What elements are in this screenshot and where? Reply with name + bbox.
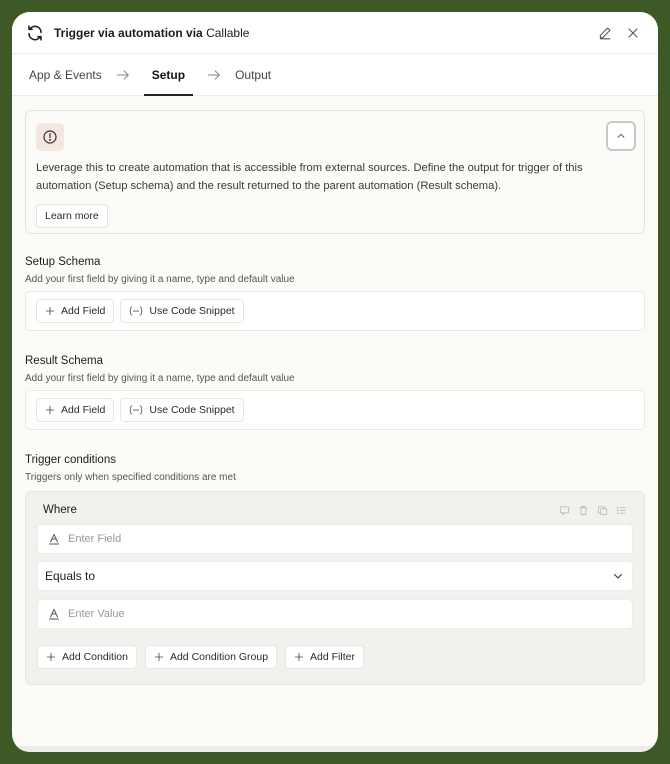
operator-select[interactable]: Equals to <box>37 561 633 591</box>
chevron-up-icon <box>617 133 625 138</box>
setup-schema-section: Setup Schema Add your first field by giv… <box>25 256 645 331</box>
add-condition-button[interactable]: Add Condition <box>37 645 137 669</box>
plus-icon <box>154 652 164 662</box>
title-text: Trigger via automation via <box>54 25 203 40</box>
text-type-icon <box>49 533 59 545</box>
result-schema-fields: Add Field Use Code Snippet <box>25 390 645 430</box>
tab-output[interactable]: Output <box>235 54 271 96</box>
section-subtitle: Triggers only when specified conditions … <box>25 472 236 483</box>
code-braces-icon <box>129 306 143 316</box>
tab-label: Setup <box>151 67 186 82</box>
comment-icon[interactable] <box>559 505 570 516</box>
tab-setup[interactable]: Setup <box>143 54 194 96</box>
list-icon[interactable] <box>616 505 627 516</box>
panel-header: Trigger via automation via Callable <box>12 12 658 54</box>
use-code-snippet-button[interactable]: Use Code Snippet <box>120 398 244 422</box>
automation-panel: Trigger via automation via Callable App … <box>12 12 658 752</box>
tab-label: Output <box>235 67 272 82</box>
add-field-button[interactable]: Add Field <box>36 398 115 422</box>
trash-icon[interactable] <box>578 505 589 516</box>
learn-more-button[interactable]: Learn more <box>36 204 108 228</box>
condition-tools <box>559 505 627 516</box>
alert-circle-icon <box>43 130 57 144</box>
operator-value: Equals to <box>45 569 96 583</box>
use-code-snippet-button[interactable]: Use Code Snippet <box>120 299 244 323</box>
plus-icon <box>45 306 55 316</box>
title-subtitle: Callable <box>206 25 250 40</box>
plus-icon <box>294 652 304 662</box>
setup-schema-fields: Add Field Use Code Snippet <box>25 291 645 331</box>
add-field-button[interactable]: Add Field <box>36 299 115 323</box>
add-filter-button[interactable]: Add Filter <box>285 645 364 669</box>
section-subtitle: Add your first field by giving it a name… <box>25 373 295 384</box>
info-description: Leverage this to create automation that … <box>36 162 583 192</box>
condition-actions: Add Condition Add Condition Group Add Fi… <box>37 645 633 669</box>
button-label: Add Condition Group <box>169 651 269 663</box>
button-label: Use Code Snippet <box>149 305 235 317</box>
bottom-bar <box>12 746 658 752</box>
button-label: Use Code Snippet <box>149 404 235 416</box>
plus-icon <box>46 652 56 662</box>
info-icon-wrap <box>36 123 64 151</box>
arrow-right-icon <box>207 69 221 81</box>
button-label: Add Filter <box>310 651 355 663</box>
pencil-icon <box>599 27 611 39</box>
info-callout: Leverage this to create automation that … <box>25 110 645 234</box>
close-icon <box>628 28 638 37</box>
close-button[interactable] <box>622 22 644 44</box>
edit-button[interactable] <box>594 22 616 44</box>
chevron-down-icon <box>614 574 622 579</box>
section-subtitle: Add your first field by giving it a name… <box>25 274 295 285</box>
condition-header: Where <box>37 504 633 516</box>
collapse-button[interactable] <box>606 121 636 151</box>
arrow-right-icon <box>116 69 130 81</box>
result-schema-section: Result Schema Add your first field by gi… <box>25 355 645 430</box>
condition-group: Where Enter Field Equals to Enter Value … <box>25 491 645 685</box>
where-label: Where <box>43 504 77 516</box>
tab-app-events[interactable]: App & Events <box>29 54 102 96</box>
button-label: Add Condition <box>62 651 128 663</box>
code-braces-icon <box>129 405 143 415</box>
step-tabs: App & Events Setup Output <box>12 54 658 96</box>
refresh-icon[interactable] <box>26 24 44 42</box>
section-title: Trigger conditions <box>25 454 116 466</box>
tab-label: App & Events <box>29 67 102 82</box>
value-placeholder: Enter Value <box>68 608 125 620</box>
copy-icon[interactable] <box>597 505 608 516</box>
plus-icon <box>45 405 55 415</box>
button-label: Add Field <box>61 404 106 416</box>
section-title: Setup Schema <box>25 256 101 268</box>
button-label: Add Field <box>61 305 106 317</box>
field-placeholder: Enter Field <box>68 533 122 545</box>
add-condition-group-button[interactable]: Add Condition Group <box>144 645 278 669</box>
trigger-conditions-section: Trigger conditions Triggers only when sp… <box>25 454 645 685</box>
field-input[interactable]: Enter Field <box>37 524 633 554</box>
value-input[interactable]: Enter Value <box>37 599 633 629</box>
setup-content: Leverage this to create automation that … <box>12 96 658 685</box>
section-title: Result Schema <box>25 355 103 367</box>
text-type-icon <box>49 608 59 620</box>
page-title: Trigger via automation via Callable <box>54 26 588 40</box>
